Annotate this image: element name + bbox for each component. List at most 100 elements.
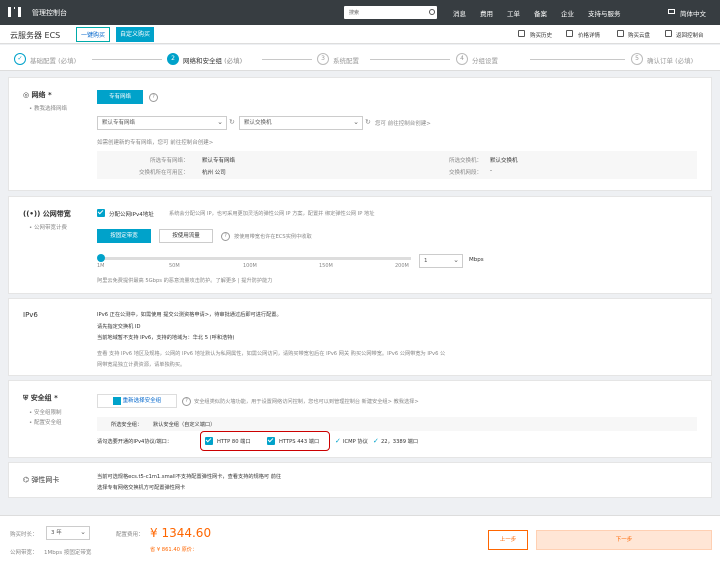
- assign-ipv4-label[interactable]: 分配公网IPv4地址: [109, 210, 154, 218]
- product-title: 云服务器 ECS: [10, 31, 61, 40]
- back-console-link[interactable]: 返回控制台: [676, 31, 704, 39]
- tab-fixed-bandwidth[interactable]: 按固定带宽: [97, 229, 151, 243]
- vpc-create-hint[interactable]: 如需创建新的专有网络，您可 前往控制台创建>: [97, 138, 213, 146]
- vpc-select[interactable]: 默认专有网络: [97, 116, 227, 130]
- step-2-label[interactable]: 网络和安全组 (必填): [183, 55, 242, 65]
- assign-ipv4-checkbox[interactable]: [97, 209, 105, 217]
- icmp-check-icon: ✓: [335, 437, 341, 445]
- total-price: ¥ 1344.60: [150, 526, 212, 540]
- http-80-label[interactable]: HTTP 80 端口: [217, 438, 251, 445]
- bandwidth-slider-handle[interactable]: [97, 254, 105, 262]
- shield-icon: ⛨: [23, 394, 31, 402]
- nav-messages[interactable]: 消息: [453, 8, 466, 18]
- bandwidth-input[interactable]: 1: [419, 254, 463, 268]
- help-icon[interactable]: ?: [149, 93, 158, 102]
- console-brand[interactable]: 管理控制台: [32, 8, 67, 18]
- step-1-label[interactable]: 基础配置 (必填): [30, 55, 76, 65]
- eni-hint: 选择专有网络交换机方可配置弹性网卡: [97, 485, 186, 491]
- ipv6-region-hint: 当前地域暂不支持 IPv6，支持的地域为：华北 5 (呼和浩特): [97, 335, 235, 341]
- globe-icon: ◎: [23, 91, 32, 99]
- ipv6-vswitch-hint: 请先指定交换机 ID: [97, 324, 141, 330]
- eni-title: ⌬ 弹性网卡: [23, 476, 60, 484]
- refresh-vswitch-icon[interactable]: ↻: [365, 118, 371, 126]
- security-group-section: ⛨ 安全组 * • 安全组限制 • 配置安全组 重新选择安全组 ? 安全组类似防…: [8, 380, 712, 458]
- nav-tickets[interactable]: 工单: [507, 8, 520, 18]
- next-step-button[interactable]: 下一步: [536, 530, 712, 550]
- assign-ipv4-desc: 系统会分配公网 IP，也可采用更加灵活的弹性公网 IP 方案，配置并 绑定弹性公…: [169, 211, 375, 217]
- eni-unsupported-link[interactable]: 当前可选规格ecs.t5-c1m1.small不支持配置弹性网卡，查看支持的规格…: [97, 473, 281, 480]
- price-detail-link[interactable]: 价格详情: [578, 31, 600, 39]
- search-icon[interactable]: [429, 9, 435, 15]
- bandwidth-unit: Mbps: [469, 257, 484, 263]
- step-4-circle[interactable]: 4: [456, 53, 468, 65]
- previous-step-button[interactable]: 上一步: [488, 530, 528, 550]
- network-section: ◎ 网络 * • 教我选择网络 专有网络 ? 默认专有网络 ↻ 默认交换机 ↻ …: [8, 77, 712, 191]
- cart-history-icon[interactable]: [518, 30, 525, 37]
- buy-disk-icon[interactable]: [617, 30, 624, 37]
- duration-select[interactable]: 3 年: [46, 526, 90, 540]
- reselect-security-group-button[interactable]: 重新选择安全组: [97, 394, 177, 408]
- vpc-button[interactable]: 专有网络: [97, 90, 143, 104]
- icmp-label: ICMP 协议: [343, 439, 368, 445]
- search-input[interactable]: 搜索: [349, 9, 359, 16]
- ports-label: 请勾选要开通的IPv4协议/端口：: [97, 439, 173, 445]
- vswitch-create-link[interactable]: 您可 前往控制台创建>: [375, 119, 431, 127]
- nav-support[interactable]: 支持与服务: [588, 8, 621, 18]
- bandwidth-help-icon[interactable]: ?: [221, 232, 230, 241]
- selected-security-box: 所选安全组： 默认安全组（自定义端口）: [97, 417, 697, 431]
- selected-vswitch-value: 默认交换机: [490, 158, 518, 164]
- language-switch[interactable]: 简体中文: [680, 8, 706, 18]
- tab-custom-buy[interactable]: 自定义购买: [116, 27, 155, 42]
- grid-icon: [112, 396, 121, 405]
- step-5-circle[interactable]: 5: [631, 53, 643, 65]
- network-help-link[interactable]: • 教我选择网络: [29, 104, 67, 112]
- ipv6-gateway-note[interactable]: 查看 支持 IPv6 地区及规格，公网的 IPv6 地址默认为私网属性，如需公网…: [97, 350, 445, 357]
- search-box[interactable]: 搜索: [344, 6, 437, 19]
- bandwidth-help-link[interactable]: • 公网带宽计费: [29, 223, 67, 231]
- zone-value: 杭州 公司: [202, 170, 226, 176]
- security-config-link[interactable]: • 配置安全组: [29, 418, 62, 426]
- step-indicator: ✓ 基础配置 (必填) 2 网络和安全组 (必填) 3 系统配置 4 分组设置 …: [0, 45, 720, 71]
- wifi-icon: ((•)): [23, 210, 43, 218]
- price-detail-icon[interactable]: [566, 30, 573, 37]
- nav-icp[interactable]: 备案: [534, 8, 547, 18]
- ipv6-apply-link[interactable]: IPv6 正在公测中，如需使用 提交公测资格申请>，待审批通过后即可进行配置。: [97, 311, 282, 318]
- bandwidth-slider-track[interactable]: [101, 257, 411, 260]
- tab-quick-buy[interactable]: 一键购买: [76, 27, 111, 42]
- step-2-circle[interactable]: 2: [167, 53, 179, 65]
- tab-traffic-bandwidth[interactable]: 按使用流量: [159, 229, 213, 243]
- nav-enterprise[interactable]: 企业: [561, 8, 574, 18]
- nav-billing[interactable]: 费用: [480, 8, 493, 18]
- bandwidth-title: ((•)) 公网带宽: [23, 210, 71, 218]
- step-1-check-icon[interactable]: ✓: [14, 53, 26, 65]
- security-help-icon[interactable]: ?: [182, 397, 191, 406]
- vswitch-cidr-value: -: [490, 168, 492, 174]
- back-console-icon[interactable]: [665, 30, 672, 37]
- bandwidth-mode-hint: 按使用带宽也许在ECS实例中收取: [234, 234, 312, 240]
- http-80-checkbox[interactable]: [205, 437, 213, 445]
- step-3-circle[interactable]: 3: [317, 53, 329, 65]
- security-limit-link[interactable]: • 安全组限制: [29, 408, 62, 416]
- selected-security-group: 默认安全组（自定义端口）: [153, 422, 216, 428]
- step-4-label[interactable]: 分组设置: [472, 55, 498, 65]
- order-summary-bar: 购买时长： 3 年 公网带宽： 1Mbps 按固定带宽 配置费用： ¥ 1344…: [0, 515, 720, 565]
- ipv6-billing-note: 网带宽是独立计费资源，请单独购买。: [97, 362, 186, 368]
- buy-disk-link[interactable]: 购买云盘: [628, 31, 650, 39]
- step-5-label[interactable]: 确认订单 (必填): [647, 55, 693, 65]
- product-header: 云服务器 ECS 一键购买 自定义购买 购买历史 价格详情 购买云盘 返回控制台: [0, 25, 720, 44]
- ssh-rdp-check-icon: ✓: [373, 437, 379, 445]
- purchase-history-link[interactable]: 购买历史: [530, 31, 552, 39]
- eni-section: ⌬ 弹性网卡 当前可选规格ecs.t5-c1m1.small不支持配置弹性网卡，…: [8, 462, 712, 498]
- cart-icon[interactable]: [668, 9, 675, 14]
- step-3-label[interactable]: 系统配置: [333, 55, 359, 65]
- ddos-note[interactable]: 阿里云免费提供最高 5Gbps 的恶意流量攻击防护。了解更多 | 提升防护能力: [97, 277, 272, 284]
- aliyun-logo-icon[interactable]: [8, 7, 21, 17]
- security-desc[interactable]: 安全组类似防火墙功能，用于设置网络访问控制，您也可以到管理控制台 新建安全组> …: [194, 398, 419, 405]
- bandwidth-section: ((•)) 公网带宽 • 公网带宽计费 分配公网IPv4地址 系统会分配公网 I…: [8, 196, 712, 294]
- https-443-label[interactable]: HTTPS 443 端口: [279, 438, 319, 445]
- ipv6-section: IPv6 IPv6 正在公测中，如需使用 提交公测资格申请>，待审批通过后即可进…: [8, 298, 712, 376]
- refresh-icon[interactable]: ↻: [229, 118, 235, 126]
- vswitch-select[interactable]: 默认交换机: [239, 116, 363, 130]
- network-title: ◎ 网络 *: [23, 91, 52, 99]
- https-443-checkbox[interactable]: [267, 437, 275, 445]
